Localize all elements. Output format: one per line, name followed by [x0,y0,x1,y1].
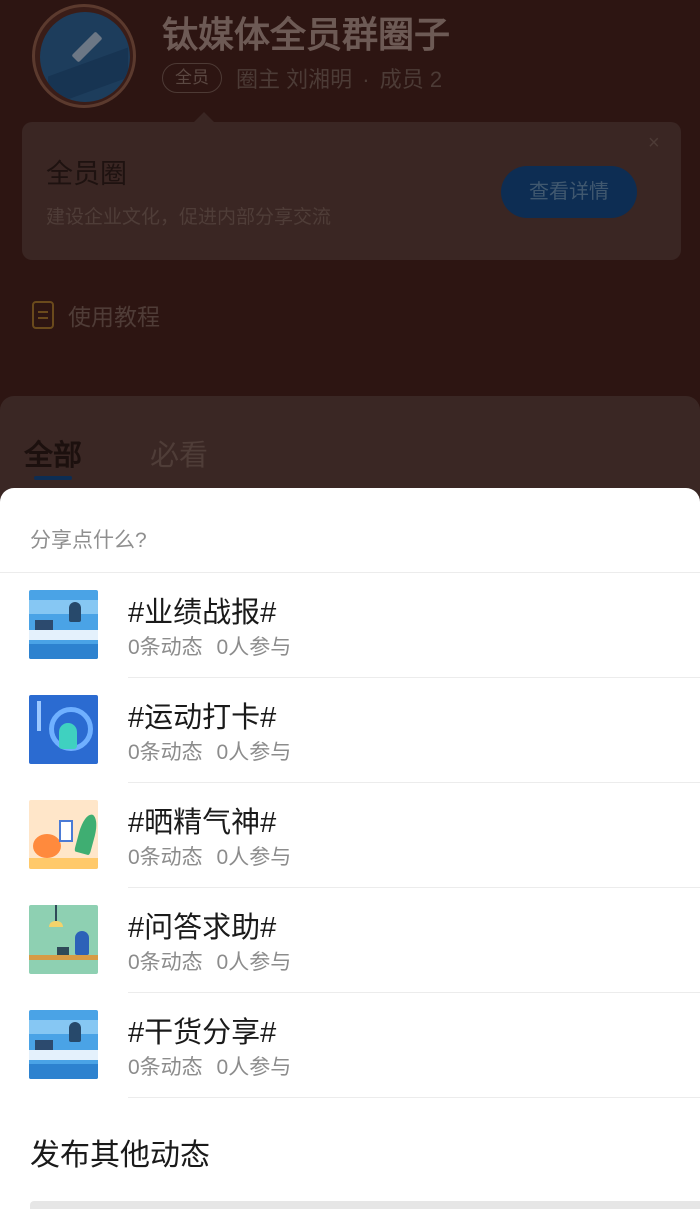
topic-thumbnail-qa [29,905,98,974]
intro-description: 建设企业文化，促进内部分享交流 [46,207,332,228]
topic-name: #业绩战报# [128,597,277,629]
close-icon[interactable]: × [648,132,660,155]
topic-stats: 0条动态 0人参与 [128,946,291,976]
topic-stats: 0条动态 0人参与 [128,841,291,871]
topic-name: #干货分享# [128,1017,277,1049]
tutorial-link[interactable]: 使用教程 [32,298,160,332]
circle-meta: 全员 圈主 刘湘明 · 成员 2 [162,62,442,94]
meta-separator: · [362,67,370,92]
thumbnail-shape [29,630,98,640]
thumbnail-shape [33,834,61,858]
topic-thumbnail-office [29,590,98,659]
owner-members-line: 圈主 刘湘明 · 成员 2 [236,62,442,94]
thumbnail-shape [49,921,63,927]
thumbnail-shape [59,820,73,842]
topic-participant-count: 0人参与 [216,636,292,659]
tab-all[interactable]: 全部 [24,432,82,474]
topic-item-qa[interactable]: #问答求助# 0条动态 0人参与 [0,888,700,993]
thumbnail-shape [35,1040,53,1050]
topic-post-count: 0条动态 [128,846,203,869]
topic-participant-count: 0人参与 [216,951,292,974]
topic-post-count: 0条动态 [128,1056,203,1079]
share-prompt[interactable]: 分享点什么? [30,524,147,554]
topic-stats: 0条动态 0人参与 [128,631,291,661]
share-bottom-sheet: 分享点什么? #业绩战报# 0条动态 0人参与 #运动打卡# 0条动态 0人参与 [0,488,700,1209]
thumbnail-shape [59,723,77,749]
thumbnail-shape [29,858,98,869]
topic-post-count: 0条动态 [128,951,203,974]
topic-name: #晒精气神# [128,807,277,839]
tutorial-label: 使用教程 [68,304,160,330]
all-members-badge: 全员 [162,63,222,93]
topic-participant-count: 0人参与 [216,1056,292,1079]
thumbnail-shape [74,812,98,856]
circle-avatar[interactable] [40,12,130,102]
topic-thumbnail-exercise [29,695,98,764]
thumbnail-shape [57,947,69,955]
topic-item-spirit[interactable]: #晒精气神# 0条动态 0人参与 [0,783,700,888]
view-details-button[interactable]: 查看详情 [501,166,637,218]
thumbnail-shape [69,1022,81,1042]
publish-other-button[interactable]: 发布其他动态 [30,1130,210,1174]
topic-post-count: 0条动态 [128,636,203,659]
thumbnail-shape [29,1050,98,1060]
topic-stats: 0条动态 0人参与 [128,1051,291,1081]
intro-title: 全员圈 [46,159,127,189]
thumbnail-shape [29,955,98,960]
tab-must-read[interactable]: 必看 [150,432,208,474]
thumbnail-shape [29,644,98,659]
topic-item-exercise[interactable]: #运动打卡# 0条动态 0人参与 [0,678,700,783]
thumbnail-shape [75,931,89,955]
topic-name: #问答求助# [128,912,277,944]
topic-name: #运动打卡# [128,702,277,734]
intro-card-pointer [194,112,214,122]
thumbnail-shape [29,600,98,614]
topic-item-performance[interactable]: #业绩战报# 0条动态 0人参与 [0,573,700,678]
topic-stats: 0条动态 0人参与 [128,736,291,766]
thumbnail-shape [35,620,53,630]
topic-thumbnail-office [29,1010,98,1079]
topic-item-knowledge[interactable]: #干货分享# 0条动态 0人参与 [0,993,700,1098]
topic-post-count: 0条动态 [128,741,203,764]
sheet-bottom-bar [30,1201,700,1209]
divider [128,1097,700,1098]
thumbnail-shape [29,1064,98,1079]
thumbnail-shape [37,701,41,731]
thumbnail-shape [29,1020,98,1034]
thumbnail-shape [69,602,81,622]
topic-participant-count: 0人参与 [216,846,292,869]
document-icon [32,301,54,329]
circle-owner: 圈主 刘湘明 [236,67,353,92]
member-count[interactable]: 成员 2 [380,67,442,92]
intro-card: 全员圈 建设企业文化，促进内部分享交流 × 查看详情 [22,112,681,260]
topic-thumbnail-spirit [29,800,98,869]
topic-participant-count: 0人参与 [216,741,292,764]
active-tab-indicator [34,476,72,480]
circle-title: 钛媒体全员群圈子 [162,14,451,55]
